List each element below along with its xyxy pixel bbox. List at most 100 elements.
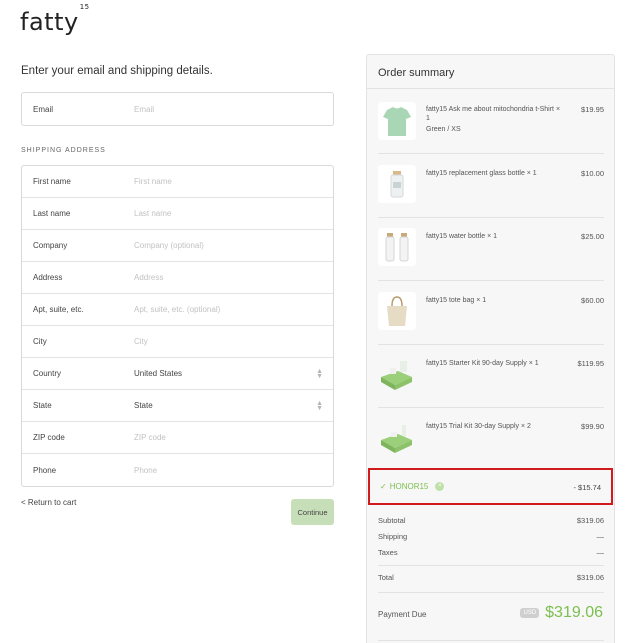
item-variant: Green / XS	[426, 126, 461, 133]
state-value[interactable]: State	[134, 401, 153, 410]
select-arrows-icon: ▲ ▼	[316, 368, 323, 380]
order-item: fatty15 Trial Kit 30-day Supply × 2 $99.…	[378, 418, 604, 463]
logo-text: fatty	[20, 8, 79, 36]
payment-due-value: $319.06	[545, 604, 603, 621]
remove-discount-icon[interactable]: ×	[435, 482, 445, 491]
continue-button[interactable]: Continue	[291, 499, 334, 525]
divider	[378, 280, 604, 281]
item-name: fatty15 replacement glass bottle × 1	[426, 170, 537, 177]
first-name-field[interactable]: First name First name	[22, 166, 333, 198]
field-label: Apt, suite, etc.	[33, 305, 84, 314]
water-bottle-icon	[378, 228, 416, 266]
divider	[378, 407, 604, 408]
apt-suite-input[interactable]: Apt, suite, etc. (optional)	[134, 305, 220, 314]
divider	[378, 344, 604, 345]
subtotal-row: Subtotal $319.06	[378, 516, 604, 525]
item-name: fatty15 Ask me about mitochondria t-Shir…	[426, 106, 561, 122]
email-field[interactable]: Email Email	[22, 93, 333, 125]
field-label: State	[33, 401, 52, 410]
item-price: $119.95	[577, 359, 604, 368]
last-name-field[interactable]: Last name Last name	[22, 198, 333, 230]
divider	[367, 88, 614, 89]
item-name: fatty15 Trial Kit 30-day Supply × 2	[426, 423, 531, 430]
total-row: Total $319.06	[378, 573, 604, 582]
glass-bottle-icon	[378, 165, 416, 203]
currency-badge: USD	[520, 608, 540, 618]
zip-code-input[interactable]: ZIP code	[134, 433, 166, 442]
apt-suite-field[interactable]: Apt, suite, etc. Apt, suite, etc. (optio…	[22, 294, 333, 326]
state-select[interactable]: State State ▲ ▼	[22, 390, 333, 422]
field-label: First name	[33, 177, 71, 186]
email-input[interactable]: Email	[134, 105, 154, 114]
order-summary-title: Order summary	[378, 67, 455, 79]
item-name: fatty15 water bottle × 1	[426, 233, 498, 240]
discount-code: ✓ HONOR15 ×	[380, 482, 445, 491]
order-item: fatty15 tote bag × 1 $60.00	[378, 292, 604, 337]
divider	[378, 592, 604, 593]
order-item: fatty15 Starter Kit 90-day Supply × 1 $1…	[378, 355, 604, 400]
discount-code-row: ✓ HONOR15 × - $15.74	[368, 468, 613, 505]
order-item: fatty15 Ask me about mitochondria t-Shir…	[378, 102, 604, 147]
field-label: ZIP code	[33, 433, 65, 442]
order-item: fatty15 water bottle × 1 $25.00	[378, 228, 604, 273]
item-name: fatty15 tote bag × 1	[426, 297, 487, 304]
starter-kit-icon	[378, 355, 416, 393]
phone-field[interactable]: Phone Phone	[22, 454, 333, 486]
form-lead-text: Enter your email and shipping details.	[21, 65, 213, 77]
taxes-label: Taxes	[378, 548, 398, 557]
field-label: Company	[33, 241, 68, 250]
payment-due-amount: USD $319.06	[520, 604, 603, 622]
payment-due-label: Payment Due	[378, 610, 427, 619]
subtotal-label: Subtotal	[378, 516, 406, 525]
item-price: $19.95	[581, 105, 604, 114]
taxes-row: Taxes —	[378, 548, 604, 557]
country-select[interactable]: Country United States ▲ ▼	[22, 358, 333, 390]
shipping-address-form: First name First name Last name Last nam…	[21, 165, 334, 487]
shipping-address-heading: SHIPPING ADDRESS	[21, 147, 106, 154]
tshirt-icon	[378, 102, 416, 140]
order-summary-panel: Order summary fatty15 Ask me about mitoc…	[366, 54, 615, 643]
field-label: Address	[33, 273, 63, 282]
tote-bag-icon	[378, 292, 416, 330]
field-label: Phone	[33, 465, 57, 475]
taxes-value: —	[596, 548, 605, 557]
item-price: $10.00	[581, 169, 604, 178]
item-price: $25.00	[581, 232, 604, 241]
divider	[378, 153, 604, 154]
shipping-label: Shipping	[378, 532, 408, 541]
country-value[interactable]: United States	[134, 369, 182, 378]
email-label: Email	[33, 104, 54, 114]
item-price: $60.00	[581, 296, 604, 305]
field-label: Last name	[33, 209, 71, 218]
brand-logo[interactable]: fatty15	[20, 3, 89, 36]
return-to-cart-link[interactable]: < Return to cart	[21, 498, 76, 507]
first-name-input[interactable]: First name	[134, 177, 172, 186]
total-value: $319.06	[576, 573, 604, 582]
field-label: Country	[33, 369, 62, 378]
city-input[interactable]: City	[134, 337, 148, 346]
discount-code-label: HONOR15	[389, 482, 429, 491]
total-label: Total	[378, 573, 394, 582]
subtotal-value: $319.06	[576, 516, 604, 525]
logo-superscript: 15	[79, 3, 90, 11]
discount-amount: - $15.74	[573, 483, 601, 492]
company-field[interactable]: Company Company (optional)	[22, 230, 333, 262]
divider	[378, 565, 604, 566]
last-name-input[interactable]: Last name	[134, 209, 171, 218]
address-field[interactable]: Address Address	[22, 262, 333, 294]
email-field-box: Email Email	[21, 92, 334, 126]
shipping-value: —	[596, 532, 605, 541]
select-arrows-icon: ▲ ▼	[316, 400, 323, 412]
check-icon: ✓	[380, 482, 387, 491]
order-item: fatty15 replacement glass bottle × 1 $10…	[378, 165, 604, 210]
field-label: City	[33, 337, 47, 346]
phone-input[interactable]: Phone	[134, 466, 157, 475]
item-name: fatty15 Starter Kit 90-day Supply × 1	[426, 360, 539, 367]
divider	[378, 640, 604, 641]
address-input[interactable]: Address	[134, 273, 163, 282]
company-input[interactable]: Company (optional)	[134, 241, 204, 250]
city-field[interactable]: City City	[22, 326, 333, 358]
divider	[378, 217, 604, 218]
shipping-row: Shipping —	[378, 532, 604, 541]
zip-code-field[interactable]: ZIP code ZIP code	[22, 422, 333, 454]
